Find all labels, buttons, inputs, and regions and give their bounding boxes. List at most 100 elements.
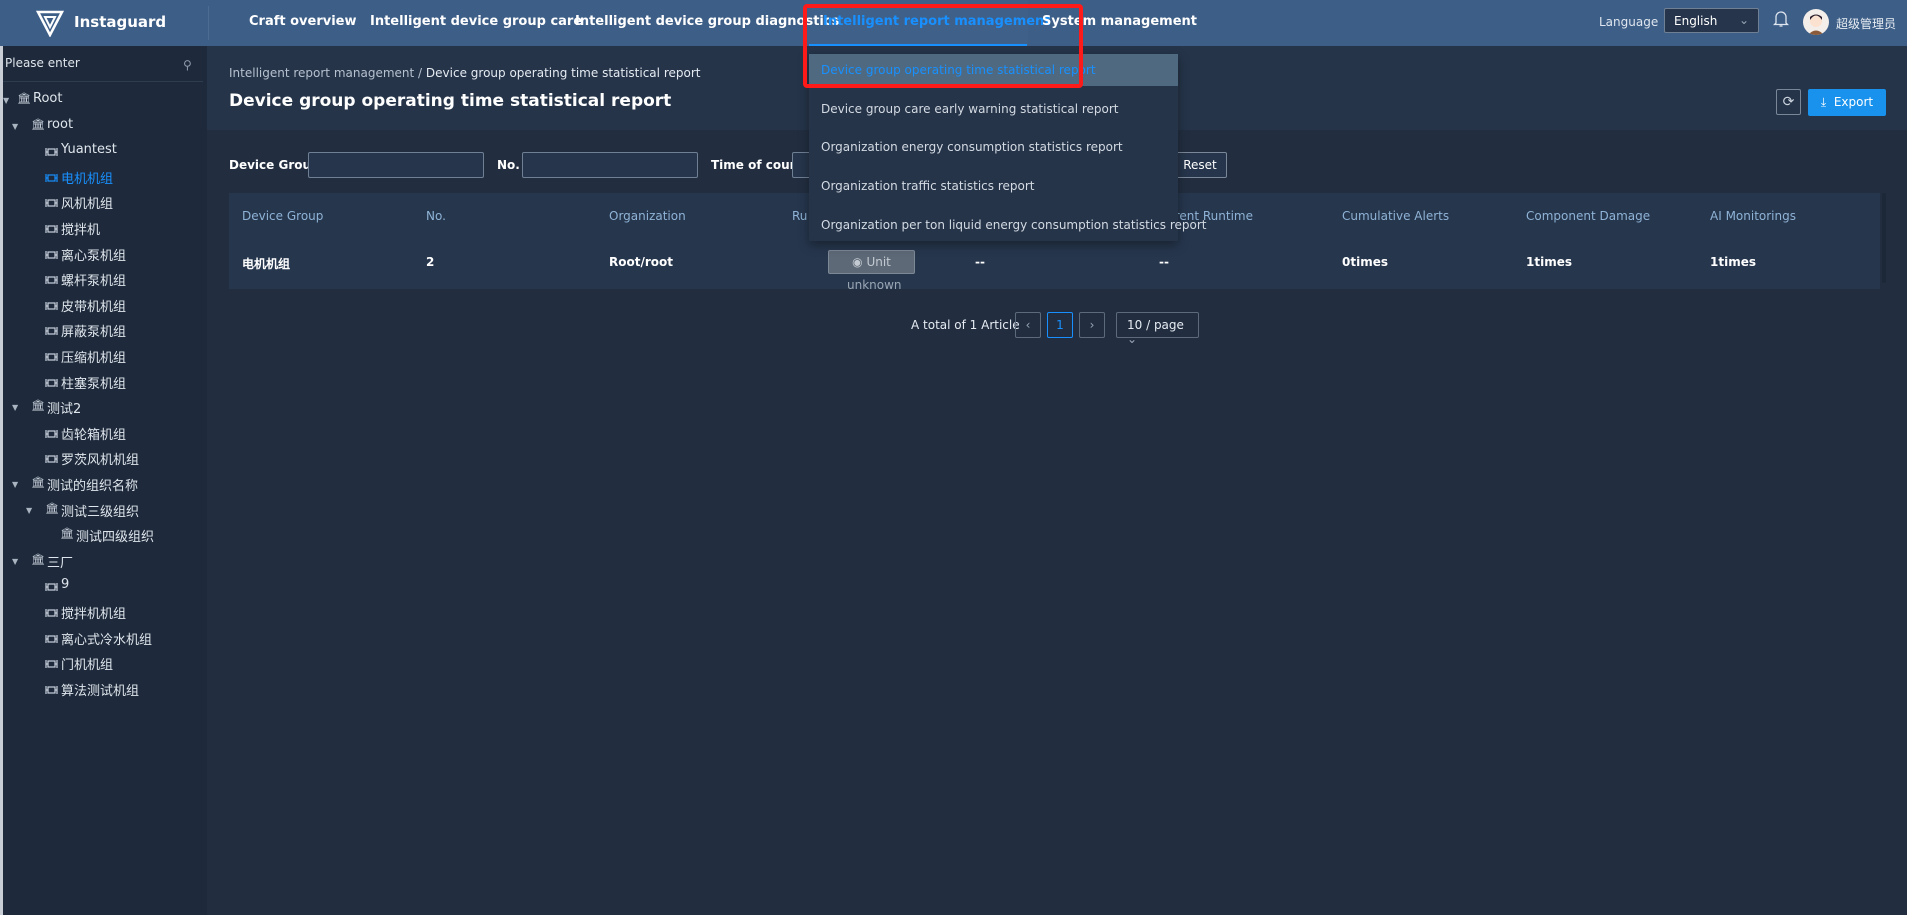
tree-node-label: 风机机组	[61, 197, 114, 213]
avatar[interactable]	[1803, 9, 1829, 35]
export-button[interactable]: ⤓ Export	[1808, 89, 1886, 116]
nav-craft-overview[interactable]: Craft overview	[249, 14, 357, 29]
caret-down-icon[interactable]: ▼	[12, 480, 18, 489]
tree-search-input[interactable]: Please enter	[5, 56, 197, 78]
page-size-select[interactable]: 10 / page ⌄	[1116, 312, 1199, 346]
tree-node-label: 测试四级组织	[76, 530, 155, 546]
chevron-right-icon: ›	[1089, 318, 1095, 332]
tree-node-label: Yuantest	[61, 142, 117, 158]
device-icon	[45, 322, 58, 339]
menu-item-traffic-report[interactable]: Organization traffic statistics report	[809, 170, 1178, 202]
language-select[interactable]: English ⌄	[1664, 8, 1759, 33]
organization-icon: 🏛	[31, 399, 45, 413]
breadcrumb: Intelligent report management / Device g…	[229, 66, 700, 80]
reset-button[interactable]: Reset	[1173, 152, 1227, 178]
tree-node-label: 门机机组	[61, 658, 114, 674]
device-icon	[45, 246, 58, 263]
cell-col5: --	[975, 255, 985, 269]
breadcrumb-parent[interactable]: Intelligent report management	[229, 66, 414, 80]
chevron-down-icon: ⌄	[1738, 13, 1749, 27]
tree-node-label: 屏蔽泵机组	[61, 325, 127, 341]
no-label: No.	[497, 158, 520, 172]
prev-page-button[interactable]: ‹	[1015, 312, 1041, 338]
tree-node-label: 离心式冷水机组	[61, 632, 153, 648]
tree-node-label: 9	[61, 577, 70, 593]
download-icon: ⤓	[1820, 95, 1827, 109]
cell-component-damage: 1times	[1526, 255, 1572, 269]
search-icon[interactable]: ⚲	[183, 58, 192, 72]
page-button[interactable]: 1	[1047, 312, 1073, 338]
tree-node-label: 测试的组织名称	[47, 479, 139, 494]
tree-node-label: 罗茨风机机组	[61, 453, 140, 469]
tree-node-label: Root	[33, 91, 63, 106]
device-group-label: Device Group	[229, 158, 320, 172]
header-divider	[208, 6, 209, 40]
page-title: Device group operating time statistical …	[229, 91, 672, 111]
nav-device-group-care[interactable]: Intelligent device group care	[370, 14, 582, 29]
next-page-button[interactable]: ›	[1079, 312, 1105, 338]
tree-node-label: 搅拌机机组	[61, 607, 127, 622]
device-icon	[45, 374, 58, 391]
organization-icon: 🏛	[45, 501, 59, 515]
username[interactable]: 超级管理员	[1836, 15, 1896, 32]
caret-down-icon[interactable]: ▼	[12, 122, 18, 131]
caret-down-icon[interactable]: ▼	[26, 506, 32, 515]
col-header-component-damage: Component Damage	[1526, 209, 1651, 223]
app-name: Instaguard	[74, 13, 167, 31]
pagination-total: A total of 1 Article	[911, 318, 1020, 332]
menu-item-energy-consumption-report[interactable]: Organization energy consumption statisti…	[809, 131, 1178, 163]
col-header-ai-monitorings: AI Monitorings	[1710, 209, 1796, 223]
col-header-cumulative-alerts: Cumulative Alerts	[1342, 209, 1450, 223]
device-icon	[45, 297, 58, 314]
refresh-button[interactable]: ⟳	[1776, 89, 1801, 115]
caret-down-icon[interactable]: ▼	[3, 96, 9, 105]
device-icon	[45, 194, 58, 211]
tree-node-label: 测试三级组织	[61, 504, 140, 520]
device-icon	[45, 348, 58, 365]
tree-node-label: 螺杆泵机组	[61, 274, 127, 290]
device-icon	[45, 425, 58, 442]
device-icon	[45, 681, 58, 698]
unit-status: unknown	[847, 278, 902, 292]
unit-label: Unit	[866, 255, 891, 269]
table-scrollbar[interactable]	[1882, 193, 1886, 283]
organization-icon: 🏛	[60, 527, 74, 541]
language-label: Language	[1599, 15, 1659, 29]
menu-item-per-ton-energy-report[interactable]: Organization per ton liquid energy consu…	[809, 209, 1207, 241]
tree-node-label: 柱塞泵机组	[61, 376, 127, 392]
device-icon	[45, 630, 58, 647]
caret-down-icon[interactable]: ▼	[12, 557, 18, 566]
organization-icon: 🏛	[31, 117, 45, 131]
cell-organization: Root/root	[609, 255, 673, 269]
chevron-down-icon: ⌄	[1127, 332, 1138, 346]
breadcrumb-current: Device group operating time statistical …	[425, 66, 701, 80]
tree-node-label: 压缩机机组	[61, 351, 127, 366]
organization-icon: 🏛	[31, 552, 45, 566]
cell-cumulative-alerts: 0times	[1342, 255, 1388, 269]
organization-icon: 🏛	[31, 476, 45, 489]
device-icon	[45, 143, 58, 160]
tree-node-label: 皮带机机组	[61, 299, 127, 315]
export-label: Export	[1833, 95, 1874, 109]
tree-node-label: 三厂	[47, 555, 74, 571]
cell-device-group: 电机机组	[242, 257, 291, 271]
tree-node-label: 电机机组	[61, 171, 114, 187]
device-icon	[45, 169, 58, 186]
unit-button[interactable]: ◉ Unit	[828, 250, 915, 274]
bell-icon[interactable]	[1773, 10, 1789, 28]
device-group-input[interactable]	[308, 152, 484, 178]
caret-down-icon[interactable]: ▼	[12, 403, 18, 412]
nav-device-group-diagnostics[interactable]: Intelligent device group diagnostics	[575, 14, 839, 29]
chevron-left-icon: ‹	[1025, 318, 1031, 332]
device-icon	[45, 578, 58, 595]
refresh-icon: ⟳	[1782, 94, 1795, 110]
device-icon	[45, 655, 58, 672]
col-header-organization: Organization	[609, 209, 686, 223]
organization-icon: 🏛	[17, 92, 31, 105]
no-input[interactable]	[522, 152, 698, 178]
menu-item-early-warning-report[interactable]: Device group care early warning statisti…	[809, 93, 1178, 125]
col-header-device-group: Device Group	[242, 209, 324, 223]
device-icon	[45, 271, 58, 288]
col-header-runtime: Ru	[792, 209, 808, 223]
time-of-count-label: Time of count	[711, 158, 804, 172]
